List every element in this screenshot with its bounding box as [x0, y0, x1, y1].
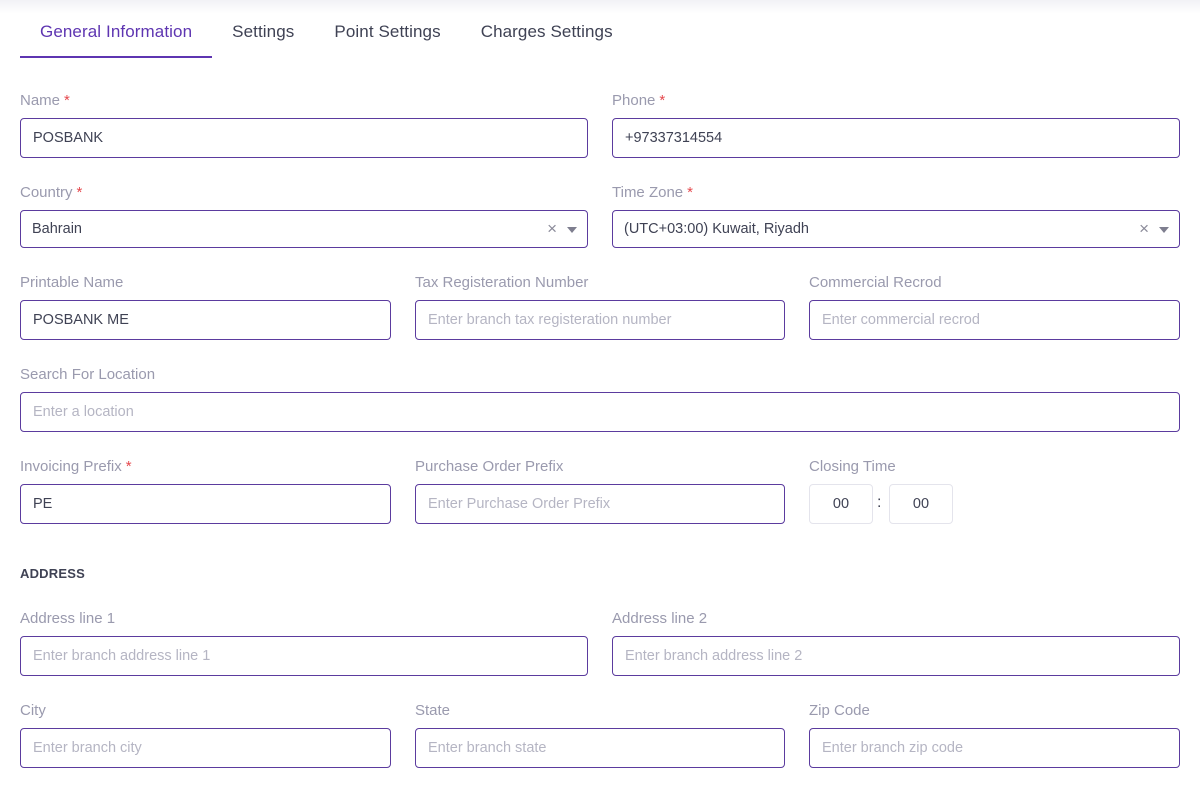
commercial-record-label: Commercial Recrod — [809, 274, 942, 291]
required-marker: * — [659, 92, 666, 109]
closing-time-separator: : — [877, 494, 882, 511]
invoicing-prefix-input[interactable] — [20, 484, 391, 524]
required-marker: * — [687, 184, 693, 201]
phone-label: Phone * — [612, 92, 665, 109]
tab-charges-settings[interactable]: Charges Settings — [461, 16, 633, 58]
printable-name-input[interactable] — [20, 300, 391, 340]
tab-point-settings[interactable]: Point Settings — [314, 16, 460, 58]
tab-general-information[interactable]: General Information — [20, 16, 213, 58]
clear-icon[interactable]: × — [547, 219, 557, 239]
country-label-text: Country — [20, 184, 73, 201]
location-search-input[interactable] — [20, 392, 1180, 432]
name-label: Name * — [20, 92, 70, 109]
address-line2-input[interactable] — [612, 636, 1180, 676]
tab-bar: General Information Settings Point Setti… — [20, 16, 633, 58]
city-input[interactable] — [20, 728, 391, 768]
country-label: Country * — [20, 184, 82, 201]
city-label: City — [20, 702, 46, 719]
tax-registration-label: Tax Registeration Number — [415, 274, 589, 291]
timezone-label-text: Time Zone — [612, 184, 684, 201]
required-marker: * — [125, 458, 132, 475]
printable-name-label: Printable Name — [20, 274, 124, 291]
required-marker: * — [64, 92, 70, 109]
country-select[interactable]: Bahrain × — [20, 210, 588, 248]
closing-time-label: Closing Time — [809, 458, 896, 475]
invoicing-prefix-label: Invoicing Prefix * — [20, 458, 132, 475]
purchase-order-prefix-input[interactable] — [415, 484, 785, 524]
zip-code-label: Zip Code — [809, 702, 870, 719]
address-line2-label: Address line 2 — [612, 610, 708, 627]
commercial-record-input[interactable] — [809, 300, 1180, 340]
name-input[interactable] — [20, 118, 588, 158]
timezone-selected-value: (UTC+03:00) Kuwait, Riyadh — [624, 221, 809, 237]
chevron-down-icon[interactable] — [1159, 227, 1169, 233]
phone-label-text: Phone — [612, 92, 656, 109]
name-label-text: Name — [20, 92, 61, 109]
address-line1-label: Address line 1 — [20, 610, 116, 627]
closing-time-minutes[interactable]: 00 — [889, 484, 953, 524]
location-label: Search For Location — [20, 366, 156, 383]
state-label: State — [415, 702, 451, 719]
address-section-title: ADDRESS — [20, 566, 85, 581]
invoicing-prefix-label-text: Invoicing Prefix — [20, 458, 122, 475]
phone-input[interactable] — [612, 118, 1180, 158]
zip-code-input[interactable] — [809, 728, 1180, 768]
closing-time-hours[interactable]: 00 — [809, 484, 873, 524]
required-marker: * — [76, 184, 83, 201]
purchase-order-prefix-label: Purchase Order Prefix — [415, 458, 564, 475]
timezone-select[interactable]: (UTC+03:00) Kuwait, Riyadh × — [612, 210, 1180, 248]
country-selected-value: Bahrain — [32, 221, 82, 237]
tab-settings[interactable]: Settings — [212, 16, 314, 58]
state-input[interactable] — [415, 728, 785, 768]
tax-registration-input[interactable] — [415, 300, 785, 340]
clear-icon[interactable]: × — [1139, 219, 1149, 239]
timezone-label: Time Zone * — [612, 184, 693, 201]
chevron-down-icon[interactable] — [567, 227, 577, 233]
top-shadow — [0, 0, 1200, 14]
address-line1-input[interactable] — [20, 636, 588, 676]
